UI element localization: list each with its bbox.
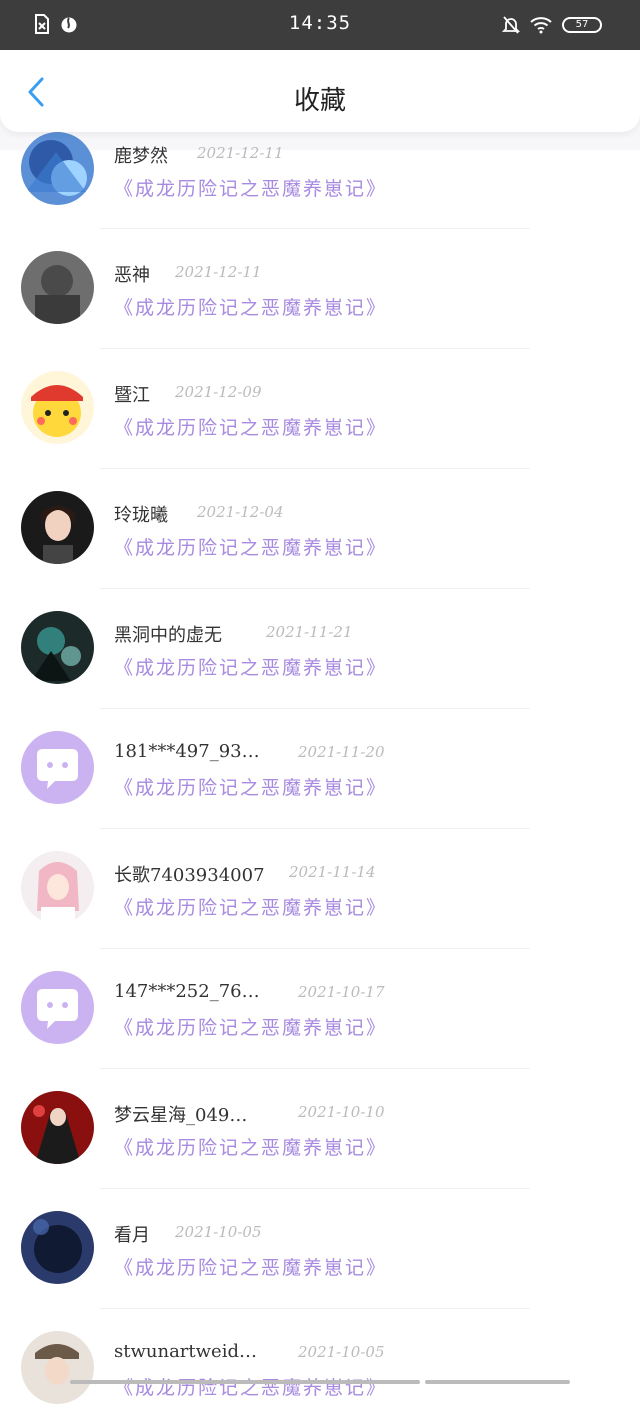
avatar-image (21, 1211, 94, 1284)
favorite-date: 2021-10-17 (298, 983, 385, 1001)
avatar-image (21, 1331, 94, 1404)
book-title[interactable]: 《成龙历险记之恶魔养崽记》 (114, 533, 387, 560)
book-title[interactable]: 《成龙历险记之恶魔养崽记》 (114, 1133, 387, 1160)
list-item[interactable]: 恶神 2021-12-11 《成龙历险记之恶魔养崽记》 (0, 229, 640, 349)
favorite-date: 2021-12-11 (197, 144, 284, 162)
favorite-date: 2021-12-09 (175, 383, 262, 401)
favorite-date: 2021-11-21 (266, 623, 353, 641)
avatar (21, 491, 94, 564)
list-item[interactable]: 梦云星海_049… 2021-10-10 《成龙历险记之恶魔养崽记》 (0, 1069, 640, 1189)
favorite-date: 2021-10-05 (298, 1343, 385, 1361)
book-title[interactable]: 《成龙历险记之恶魔养崽记》 (114, 174, 387, 201)
user-name: 暨江 (114, 385, 150, 406)
avatar (21, 1211, 94, 1284)
favorite-date: 2021-11-14 (289, 863, 376, 881)
user-name: stwunartweid… (114, 1341, 257, 1362)
battery-indicator: 57 (562, 17, 602, 33)
book-title[interactable]: 《成龙历险记之恶魔养崽记》 (114, 293, 387, 320)
avatar-image (21, 851, 94, 924)
avatar-image (21, 611, 94, 684)
list-item[interactable]: 鹿梦然 2021-12-11 《成龙历险记之恶魔养崽记》 (0, 132, 640, 229)
list-item[interactable]: 暨江 2021-12-09 《成龙历险记之恶魔养崽记》 (0, 349, 640, 469)
wifi-icon (530, 17, 552, 34)
favorite-date: 2021-11-20 (298, 743, 385, 761)
default-avatar (21, 731, 94, 804)
avatar (21, 851, 94, 924)
list-item[interactable]: 看月 2021-10-05 《成龙历险记之恶魔养崽记》 (0, 1189, 640, 1309)
list-item[interactable]: 玲珑曦 2021-12-04 《成龙历险记之恶魔养崽记》 (0, 469, 640, 589)
status-right-icons: 57 (502, 15, 602, 35)
avatar-image (21, 371, 94, 444)
user-name: 黑洞中的虚无 (114, 625, 222, 646)
list-item[interactable]: 长歌7403934007 2021-11-14 《成龙历险记之恶魔养崽记》 (0, 829, 640, 949)
book-title[interactable]: 《成龙历险记之恶魔养崽记》 (114, 1013, 387, 1040)
avatar (21, 251, 94, 324)
favorite-date: 2021-12-11 (175, 263, 262, 281)
avatar (21, 1331, 94, 1404)
user-name: 181***497_93… (114, 741, 260, 762)
default-avatar (21, 971, 94, 1044)
favorites-list: 鹿梦然 2021-12-11 《成龙历险记之恶魔养崽记》 恶神 2021-12-… (0, 132, 640, 1404)
book-title[interactable]: 《成龙历险记之恶魔养崽记》 (114, 893, 387, 920)
favorite-date: 2021-10-10 (298, 1103, 385, 1121)
user-name: 看月 (114, 1225, 150, 1246)
list-item[interactable]: stwunartweid… 2021-10-05 《成龙历险记之恶魔养崽记》 (0, 1309, 640, 1404)
favorite-date: 2021-10-05 (175, 1223, 262, 1241)
user-name: 鹿梦然 (114, 146, 168, 167)
avatar (21, 1091, 94, 1164)
chat-bubble-icon (37, 749, 78, 789)
nav-header: 收藏 (0, 50, 640, 132)
book-title[interactable]: 《成龙历险记之恶魔养崽记》 (114, 653, 387, 680)
book-title[interactable]: 《成龙历险记之恶魔养崽记》 (114, 413, 387, 440)
status-bar: 14:35 57 (0, 0, 640, 50)
user-name: 玲珑曦 (114, 505, 168, 526)
list-item[interactable]: 黑洞中的虚无 2021-11-21 《成龙历险记之恶魔养崽记》 (0, 589, 640, 709)
chat-bubble-icon (37, 989, 78, 1029)
user-name: 梦云星海_049… (114, 1105, 248, 1126)
list-item[interactable]: 181***497_93… 2021-11-20 《成龙历险记之恶魔养崽记》 (0, 709, 640, 829)
user-name: 恶神 (114, 265, 150, 286)
user-name: 长歌7403934007 (114, 865, 265, 886)
avatar-image (21, 132, 94, 205)
user-name: 147***252_76… (114, 981, 260, 1002)
avatar-image (21, 251, 94, 324)
avatar (21, 611, 94, 684)
avatar (21, 132, 94, 205)
avatar-image (21, 1091, 94, 1164)
favorite-date: 2021-12-04 (197, 503, 284, 521)
list-item[interactable]: 147***252_76… 2021-10-17 《成龙历险记之恶魔养崽记》 (0, 949, 640, 1069)
scroll-indicator (70, 1380, 570, 1384)
avatar (21, 371, 94, 444)
book-title[interactable]: 《成龙历险记之恶魔养崽记》 (114, 1253, 387, 1280)
notifications-off-icon (502, 16, 520, 34)
avatar-image (21, 491, 94, 564)
book-title[interactable]: 《成龙历险记之恶魔养崽记》 (114, 773, 387, 800)
page-title: 收藏 (293, 86, 346, 116)
